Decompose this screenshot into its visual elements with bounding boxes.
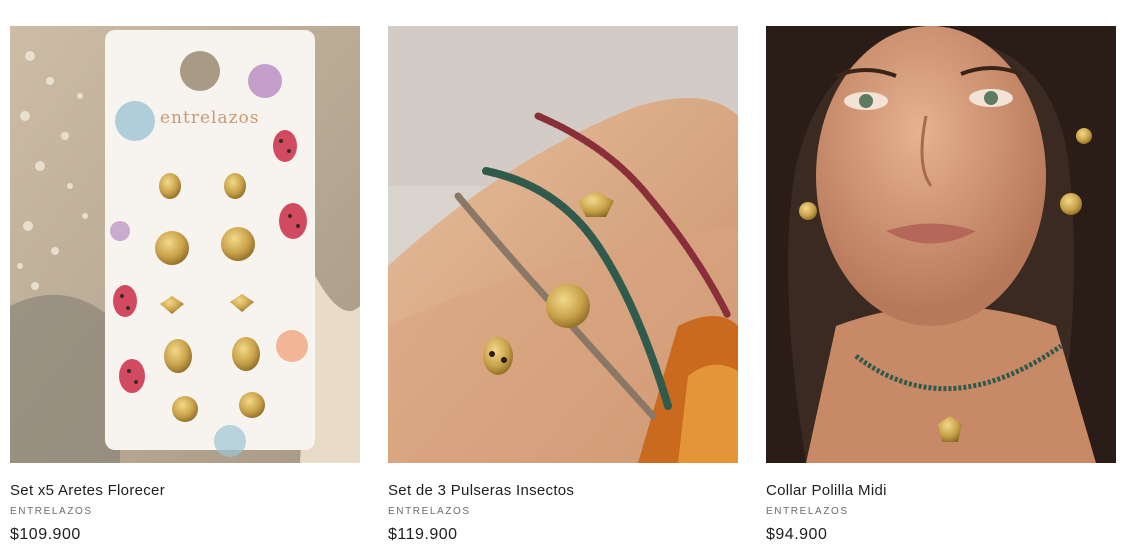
product-title[interactable]: Set x5 Aretes Florecer [10,482,360,499]
card-brand-text: entrelazos [160,108,260,128]
product-title[interactable]: Set de 3 Pulseras Insectos [388,482,738,499]
product-image-aretes-florecer[interactable]: entrelazos [10,26,360,463]
product-image-collar-polilla[interactable] [766,26,1116,463]
product-title[interactable]: Collar Polilla Midi [766,482,1116,499]
model-necklace-photo [766,26,1116,463]
product-price: $109.900 [10,526,81,543]
product-card-aretes-florecer[interactable]: entrelazos Set x5 Aretes Florecer ENTREL… [10,26,360,544]
product-vendor: ENTRELAZOS [10,506,93,517]
earring-set-photo: entrelazos [10,26,360,463]
product-vendor: ENTRELAZOS [766,506,849,517]
product-price: $119.900 [388,526,458,543]
product-card-pulseras-insectos[interactable]: Set de 3 Pulseras Insectos ENTRELAZOS $1… [388,26,738,544]
product-vendor: ENTRELAZOS [388,506,471,517]
product-card-collar-polilla[interactable]: Collar Polilla Midi ENTRELAZOS $94.900 [766,26,1116,544]
product-image-pulseras-insectos[interactable] [388,26,738,463]
bracelet-set-photo [388,26,738,463]
product-price: $94.900 [766,526,828,543]
product-grid: entrelazos Set x5 Aretes Florecer ENTREL… [0,0,1137,560]
